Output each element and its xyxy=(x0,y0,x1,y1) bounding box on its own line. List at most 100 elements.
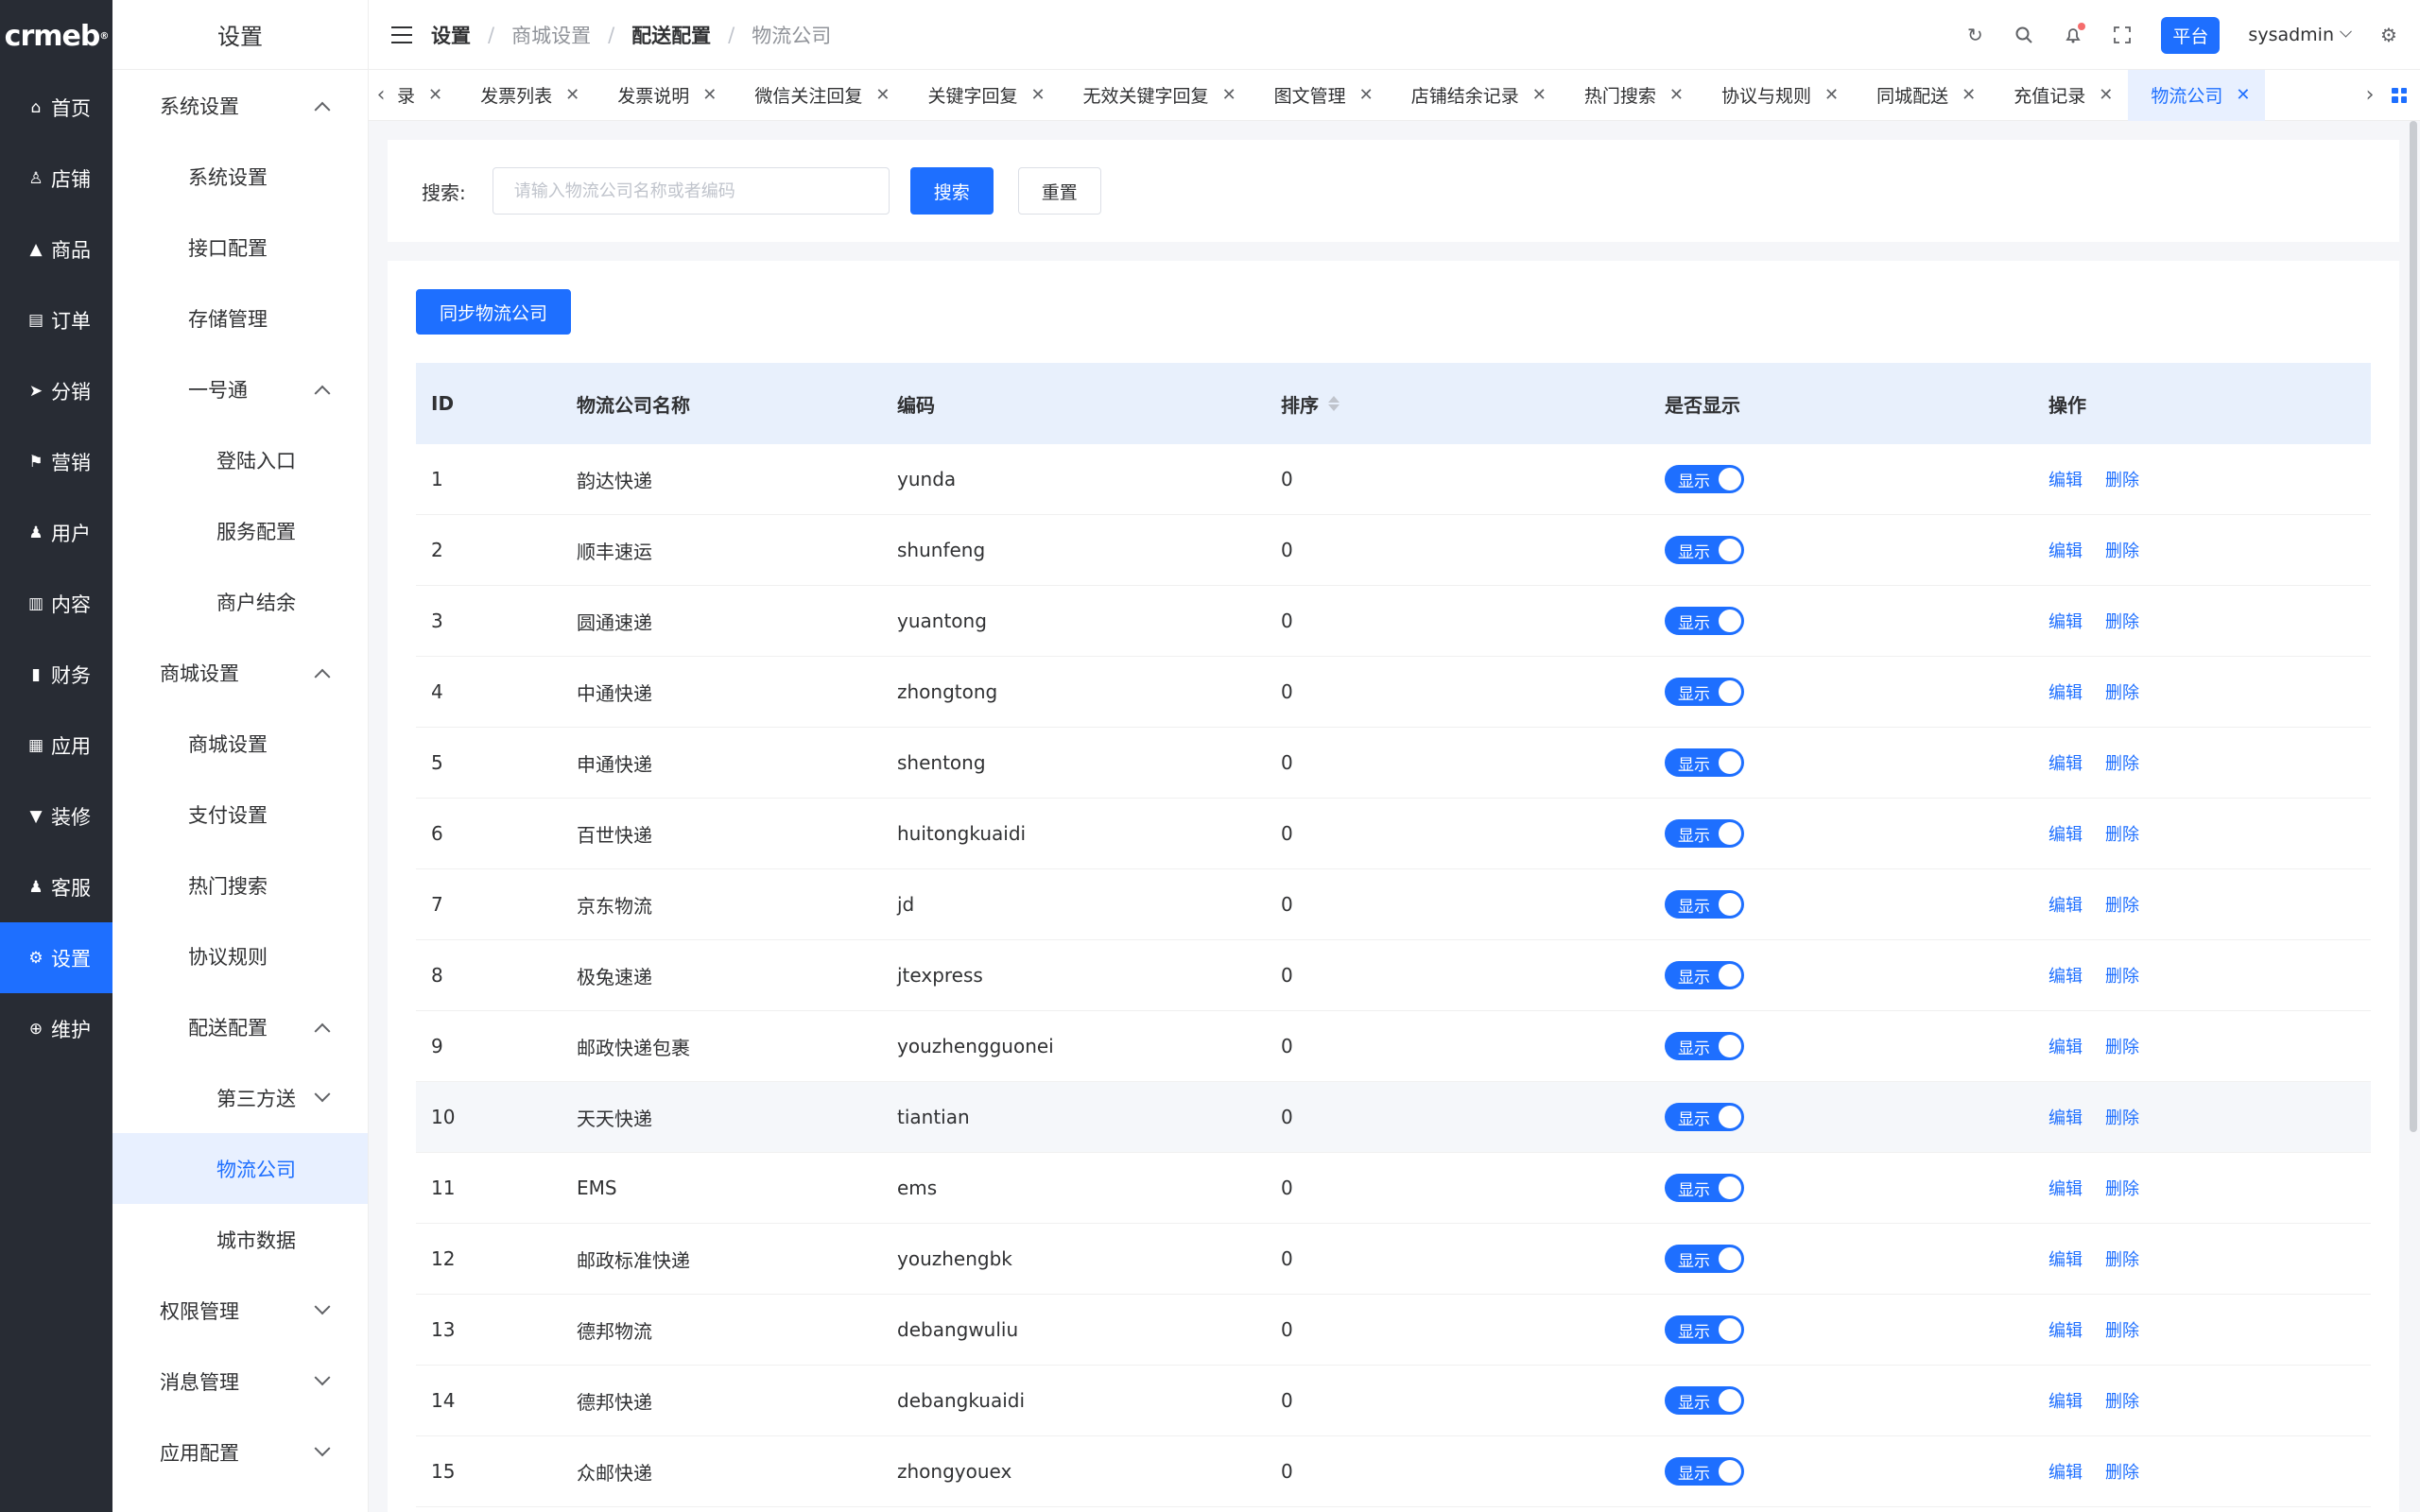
rail-item-finance[interactable]: ▮ 财务 xyxy=(0,639,112,710)
page-tab[interactable]: 同城配送 ✕ xyxy=(1854,70,1991,121)
breadcrumb-item[interactable]: 商城设置 xyxy=(511,21,591,49)
search-button[interactable]: 搜索 xyxy=(909,167,994,215)
page-tab[interactable]: 微信关注回复 ✕ xyxy=(732,70,905,121)
submenu-item[interactable]: 支付设置 xyxy=(112,779,368,850)
show-toggle-switch[interactable]: 显示 xyxy=(1665,607,1744,635)
page-scrollbar[interactable] xyxy=(2407,121,2420,1512)
rail-item-order[interactable]: ▤ 订单 xyxy=(0,284,112,355)
show-toggle-switch[interactable]: 显示 xyxy=(1665,961,1744,989)
rail-item-service[interactable]: ♟ 客服 xyxy=(0,851,112,922)
close-icon[interactable]: ✕ xyxy=(1030,85,1045,105)
close-icon[interactable]: ✕ xyxy=(875,85,890,105)
search-icon[interactable] xyxy=(2014,25,2034,45)
rail-item-decorate[interactable]: ▼ 装修 xyxy=(0,781,112,851)
delete-link[interactable]: 删除 xyxy=(2105,892,2139,917)
submenu-item[interactable]: 一号通 xyxy=(112,353,368,424)
page-tab[interactable]: 店铺结余记录 ✕ xyxy=(1389,70,1562,121)
close-icon[interactable]: ✕ xyxy=(1669,85,1684,105)
edit-link[interactable]: 编辑 xyxy=(2048,467,2083,491)
rail-item-user[interactable]: ♟ 用户 xyxy=(0,497,112,568)
edit-link[interactable]: 编辑 xyxy=(2048,1034,2083,1058)
show-toggle-switch[interactable]: 显示 xyxy=(1665,1103,1744,1131)
edit-link[interactable]: 编辑 xyxy=(2048,538,2083,562)
show-toggle-switch[interactable]: 显示 xyxy=(1665,1315,1744,1344)
show-toggle-switch[interactable]: 显示 xyxy=(1665,819,1744,848)
breadcrumb-item[interactable]: 配送配置 xyxy=(631,21,711,49)
show-toggle-switch[interactable]: 显示 xyxy=(1665,1245,1744,1273)
sync-logistics-button[interactable]: 同步物流公司 xyxy=(416,289,572,335)
edit-link[interactable]: 编辑 xyxy=(2048,750,2083,775)
close-icon[interactable]: ✕ xyxy=(428,85,442,105)
menu-toggle-icon[interactable] xyxy=(391,26,412,43)
reset-button[interactable]: 重置 xyxy=(1017,167,1101,215)
show-toggle-switch[interactable]: 显示 xyxy=(1665,536,1744,564)
delete-link[interactable]: 删除 xyxy=(2105,1105,2139,1129)
close-icon[interactable]: ✕ xyxy=(1222,85,1236,105)
tabs-menu-grid-icon[interactable] xyxy=(2392,87,2407,103)
submenu-item[interactable]: 商城设置 xyxy=(112,708,368,779)
submenu-item[interactable]: 应用配置 xyxy=(112,1417,368,1487)
submenu-item[interactable]: 第三方送 xyxy=(112,1062,368,1133)
page-tab[interactable]: 协议与规则 ✕ xyxy=(1699,70,1854,121)
edit-link[interactable]: 编辑 xyxy=(2048,1176,2083,1200)
delete-link[interactable]: 删除 xyxy=(2105,679,2139,704)
edit-link[interactable]: 编辑 xyxy=(2048,821,2083,846)
show-toggle-switch[interactable]: 显示 xyxy=(1665,1032,1744,1060)
close-icon[interactable]: ✕ xyxy=(565,85,579,105)
page-tab[interactable]: 热门搜索 ✕ xyxy=(1562,70,1699,121)
close-icon[interactable]: ✕ xyxy=(1532,85,1547,105)
settings-gear-icon[interactable]: ⚙ xyxy=(2378,24,2399,46)
rail-item-product[interactable]: ▲ 商品 xyxy=(0,214,112,284)
rail-item-gear[interactable]: ⚙ 设置 xyxy=(0,922,112,993)
page-tab[interactable]: 发票说明 ✕ xyxy=(595,70,732,121)
tabs-scroll-right-icon[interactable]: › xyxy=(2358,83,2382,107)
delete-link[interactable]: 删除 xyxy=(2105,963,2139,988)
submenu-item[interactable]: 服务配置 xyxy=(112,495,368,566)
breadcrumb-item[interactable]: 设置 xyxy=(431,21,471,49)
close-icon[interactable]: ✕ xyxy=(2236,85,2250,105)
edit-link[interactable]: 编辑 xyxy=(2048,892,2083,917)
crmeb-logo[interactable]: crmeb ® xyxy=(0,0,112,72)
page-tab[interactable]: 充值记录 ✕ xyxy=(1991,70,2128,121)
submenu-item[interactable]: 系统设置 xyxy=(112,70,368,141)
search-input[interactable] xyxy=(492,167,890,215)
delete-link[interactable]: 删除 xyxy=(2105,750,2139,775)
fullscreen-icon[interactable] xyxy=(2112,25,2133,45)
show-toggle-switch[interactable]: 显示 xyxy=(1665,465,1744,493)
delete-link[interactable]: 删除 xyxy=(2105,538,2139,562)
sort-caret-icon[interactable] xyxy=(1328,396,1340,411)
page-tab[interactable]: 录 ✕ xyxy=(393,70,458,121)
delete-link[interactable]: 删除 xyxy=(2105,1388,2139,1413)
close-icon[interactable]: ✕ xyxy=(1359,85,1374,105)
show-toggle-switch[interactable]: 显示 xyxy=(1665,1386,1744,1415)
rail-item-home[interactable]: ⌂ 首页 xyxy=(0,72,112,143)
submenu-item[interactable]: 接口配置 xyxy=(112,212,368,283)
submenu-item[interactable]: 商户结余 xyxy=(112,566,368,637)
page-tab[interactable]: 物流公司 ✕ xyxy=(2128,69,2266,121)
col-header-sort[interactable]: 排序 xyxy=(1281,390,1665,418)
close-icon[interactable]: ✕ xyxy=(702,85,717,105)
tabs-scroll-left-icon[interactable]: ‹ xyxy=(369,83,393,107)
rail-item-content[interactable]: ▥ 内容 xyxy=(0,568,112,639)
rail-item-distribution[interactable]: ➤ 分销 xyxy=(0,355,112,426)
show-toggle-switch[interactable]: 显示 xyxy=(1665,890,1744,919)
submenu-item[interactable]: 物流公司 xyxy=(112,1133,368,1204)
submenu-item[interactable]: 城市数据 xyxy=(112,1204,368,1275)
page-tab[interactable]: 无效关键字回复 ✕ xyxy=(1061,70,1252,121)
delete-link[interactable]: 删除 xyxy=(2105,1317,2139,1342)
user-menu[interactable]: sysadmin xyxy=(2248,25,2352,45)
close-icon[interactable]: ✕ xyxy=(1962,85,1976,105)
show-toggle-switch[interactable]: 显示 xyxy=(1665,1457,1744,1486)
submenu-item[interactable]: 存储管理 xyxy=(112,283,368,353)
platform-badge[interactable]: 平台 xyxy=(2161,16,2221,54)
close-icon[interactable]: ✕ xyxy=(1824,85,1839,105)
submenu-item[interactable]: 协议规则 xyxy=(112,920,368,991)
rail-item-marketing[interactable]: ⚑ 营销 xyxy=(0,426,112,497)
page-tab[interactable]: 关键字回复 ✕ xyxy=(905,70,1060,121)
edit-link[interactable]: 编辑 xyxy=(2048,679,2083,704)
show-toggle-switch[interactable]: 显示 xyxy=(1665,678,1744,706)
edit-link[interactable]: 编辑 xyxy=(2048,1105,2083,1129)
edit-link[interactable]: 编辑 xyxy=(2048,1459,2083,1484)
edit-link[interactable]: 编辑 xyxy=(2048,1317,2083,1342)
delete-link[interactable]: 删除 xyxy=(2105,1246,2139,1271)
